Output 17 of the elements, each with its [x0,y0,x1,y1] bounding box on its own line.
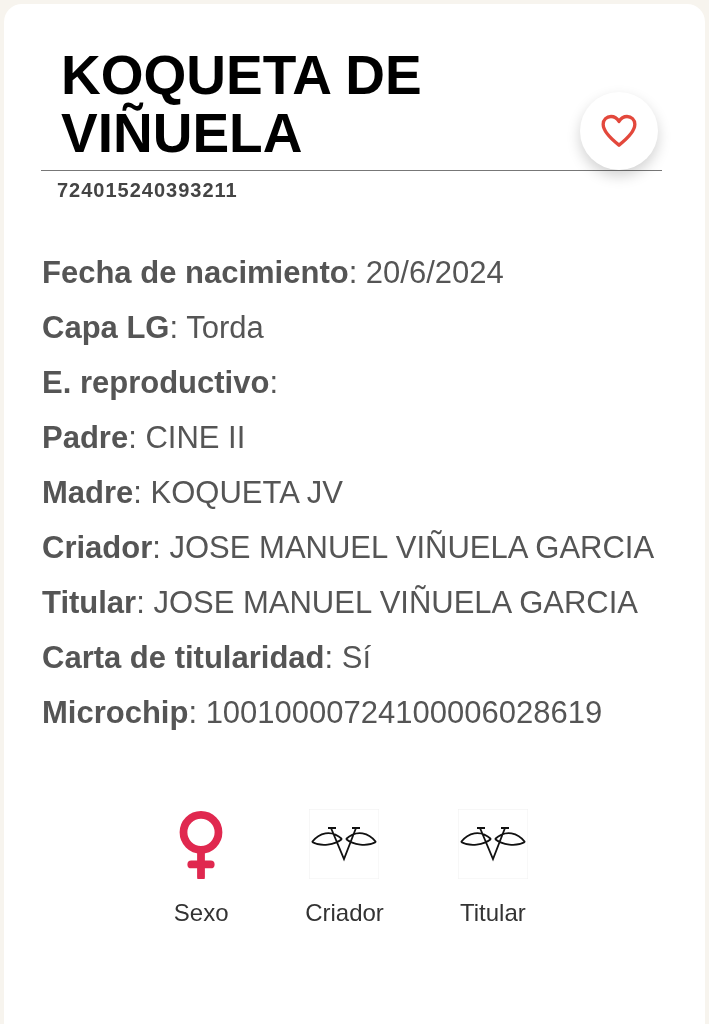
field-text: Madre: KOQUETA JV [42,474,344,511]
badge-label: Sexo [173,899,229,927]
badge-label: Criador [305,899,384,927]
field-text: Fecha de nacimiento: 20/6/2024 [42,254,505,291]
field-text: Padre: CINE II [42,419,247,456]
field-text: Criador: JOSE MANUEL VIÑUELA GARCIA [42,529,656,566]
field-text: Carta de titularidad: Sí [42,639,372,676]
brand-mark-icon [457,809,528,879]
field-text: Titular: JOSE MANUEL VIÑUELA GARCIA [42,584,640,621]
field-text: E. reproductivo: [42,364,279,401]
badge-label: Titular [459,899,526,927]
horse-name: KOQUETA DE VIÑUELA [61,46,423,162]
brand-mark-icon [309,809,380,879]
favorite-button[interactable] [580,92,658,170]
field-text: Capa LG: Torda [42,309,265,346]
registration-number: 724015240393211 [57,179,239,202]
field-text: Microchip: 10010000724100006028619 [42,694,604,731]
